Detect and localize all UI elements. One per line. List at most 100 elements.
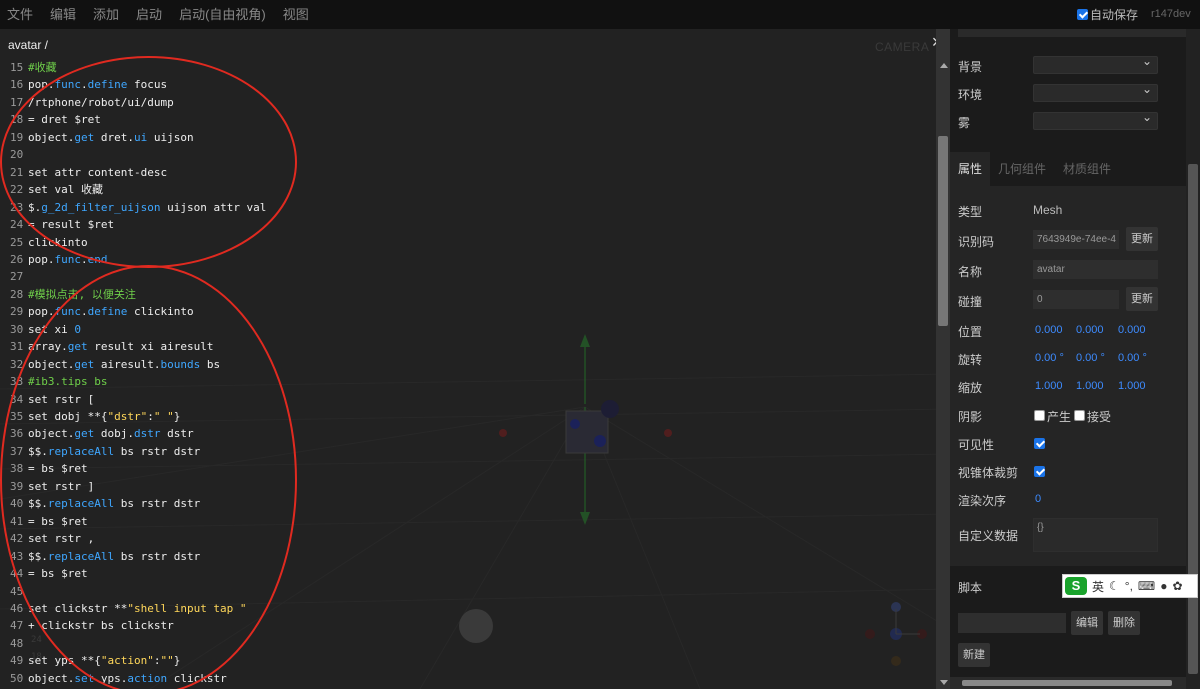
collision-input[interactable]: 0 bbox=[1033, 290, 1119, 309]
menu-view[interactable]: 视图 bbox=[276, 0, 319, 29]
name-input[interactable]: avatar bbox=[1033, 260, 1158, 279]
line-number: 23 bbox=[10, 200, 24, 214]
editor-scroll-thumb[interactable] bbox=[938, 136, 948, 326]
frustum-culling-checkbox[interactable] bbox=[1034, 466, 1045, 477]
tab-geometry[interactable]: 几何组件 bbox=[990, 152, 1054, 186]
script-edit-button[interactable]: 编辑 bbox=[1071, 611, 1103, 635]
code-text[interactable]: $$.replaceAll bs rstr dstr bbox=[28, 443, 200, 460]
render-order-value[interactable]: 0 bbox=[1035, 493, 1041, 505]
code-text[interactable]: + clickstr bs clickstr bbox=[28, 617, 174, 634]
uuid-input[interactable]: 7643949e-74ee-4 bbox=[1033, 230, 1119, 249]
code-text[interactable]: set yps **{"action":""} bbox=[28, 652, 180, 669]
receive-shadow-checkbox[interactable] bbox=[1074, 410, 1085, 421]
rotation-x[interactable]: 0.00 ° bbox=[1035, 352, 1064, 364]
code-text[interactable]: = dret $ret bbox=[28, 111, 101, 128]
line-number: 32 bbox=[10, 357, 24, 371]
scale-y[interactable]: 1.000 bbox=[1076, 380, 1104, 392]
menu-play[interactable]: 启动 bbox=[129, 0, 172, 29]
code-text[interactable]: object.set yps.action clickstr bbox=[28, 670, 227, 687]
tab-material[interactable]: 材质组件 bbox=[1055, 152, 1119, 186]
line-number: 27 bbox=[10, 270, 24, 284]
code-text[interactable]: pop.func.end bbox=[28, 251, 108, 268]
position-x[interactable]: 0.000 bbox=[1035, 324, 1063, 336]
ime-punctuation-icon[interactable]: °, bbox=[1125, 579, 1133, 593]
panel-horizontal-scrollbar[interactable] bbox=[950, 677, 1186, 689]
visible-checkbox[interactable] bbox=[1034, 438, 1045, 449]
position-y[interactable]: 0.000 bbox=[1076, 324, 1104, 336]
menu-add[interactable]: 添加 bbox=[86, 0, 129, 29]
ime-keyboard-icon[interactable]: ⌨ bbox=[1138, 579, 1155, 593]
script-name-input[interactable] bbox=[958, 613, 1066, 633]
code-text[interactable]: $$.replaceAll bs rstr dstr bbox=[28, 548, 200, 565]
scale-z[interactable]: 1.000 bbox=[1118, 380, 1146, 392]
code-text[interactable]: set val 收藏 bbox=[28, 181, 103, 198]
code-text[interactable]: pop.func.define clickinto bbox=[28, 303, 194, 320]
script-editor[interactable]: avatar / CAMERA × 15#收藏16pop.func.define… bbox=[0, 29, 950, 689]
code-text[interactable]: set rstr ] bbox=[28, 478, 94, 495]
background-label: 背景 bbox=[958, 60, 983, 74]
tab-properties[interactable]: 属性 bbox=[950, 152, 991, 186]
code-text[interactable]: $$.replaceAll bs rstr dstr bbox=[28, 495, 200, 512]
scroll-up-icon[interactable] bbox=[940, 63, 948, 68]
code-text[interactable]: set rstr [ bbox=[28, 391, 94, 408]
rotation-z[interactable]: 0.00 ° bbox=[1118, 352, 1147, 364]
scale-label: 缩放 bbox=[958, 381, 983, 395]
ime-language-toggle[interactable]: 英 bbox=[1092, 578, 1104, 595]
line-number: 49 bbox=[10, 654, 24, 668]
line-number: 34 bbox=[10, 392, 24, 406]
code-text[interactable]: #ib3.tips bs bbox=[28, 373, 107, 390]
autosave-toggle[interactable]: 自动保存 bbox=[1077, 6, 1138, 23]
code-text[interactable]: array.get result xi airesult bbox=[28, 338, 213, 355]
code-text[interactable]: #模拟点击, 以便关注 bbox=[28, 286, 136, 303]
autosave-checkbox[interactable] bbox=[1077, 9, 1088, 20]
code-text[interactable]: #收藏 bbox=[28, 59, 57, 76]
background-select[interactable] bbox=[1033, 54, 1158, 74]
code-text[interactable]: /rtphone/robot/ui/dump bbox=[28, 94, 174, 111]
code-text[interactable]: clickinto bbox=[28, 234, 88, 251]
code-text[interactable]: = result $ret bbox=[28, 216, 114, 233]
code-text[interactable]: $.g_2d_filter_uijson uijson attr val bbox=[28, 199, 266, 216]
editor-scrollbar[interactable] bbox=[936, 29, 950, 689]
userdata-textarea[interactable]: {} bbox=[1033, 518, 1158, 552]
collision-update-button[interactable]: 更新 bbox=[1126, 287, 1158, 311]
visible-label: 可见性 bbox=[958, 438, 995, 452]
environment-select[interactable] bbox=[1033, 82, 1158, 102]
ime-skin-icon[interactable]: ✿ bbox=[1173, 579, 1183, 593]
uuid-update-button[interactable]: 更新 bbox=[1126, 227, 1158, 251]
code-text[interactable]: object.get dret.ui uijson bbox=[28, 129, 194, 146]
script-delete-button[interactable]: 删除 bbox=[1108, 611, 1140, 635]
ime-toolbar[interactable]: S 英 ☾ °, ⌨ ● ✿ bbox=[1062, 574, 1198, 598]
code-text[interactable]: set dobj **{"dstr":" "} bbox=[28, 408, 180, 425]
line-number: 21 bbox=[10, 165, 24, 179]
cast-shadow-label: 产生 bbox=[1047, 410, 1072, 424]
script-new-button[interactable]: 新建 bbox=[958, 643, 990, 667]
code-area[interactable]: 15 #收藏 16 pop.func.define focus 17/rtphone/r… bbox=[0, 59, 935, 689]
line-number: 22 bbox=[10, 183, 24, 197]
menu-file[interactable]: 文件 bbox=[0, 0, 43, 29]
panel-hscroll-thumb[interactable] bbox=[962, 680, 1172, 686]
rotation-y[interactable]: 0.00 ° bbox=[1076, 352, 1105, 364]
line-number: 35 bbox=[10, 410, 24, 423]
cast-shadow-checkbox[interactable] bbox=[1034, 410, 1045, 421]
code-text[interactable]: = bs $ret bbox=[28, 513, 88, 530]
code-text[interactable]: = bs $ret bbox=[28, 460, 88, 477]
ime-user-icon[interactable]: ● bbox=[1160, 579, 1167, 593]
code-text[interactable]: object.get dobj.dstr dstr bbox=[28, 425, 194, 442]
code-text[interactable]: set rstr , bbox=[28, 530, 94, 547]
line-number: 31 bbox=[10, 340, 24, 354]
scale-x[interactable]: 1.000 bbox=[1035, 380, 1063, 392]
code-text[interactable]: set attr content-desc bbox=[28, 164, 167, 181]
line-number: 45 bbox=[10, 584, 24, 598]
code-text[interactable]: object.get airesult.bounds bs bbox=[28, 356, 220, 373]
scroll-down-icon[interactable] bbox=[940, 680, 948, 685]
ime-moon-icon[interactable]: ☾ bbox=[1109, 579, 1120, 593]
code-text[interactable]: pop.func.define focus bbox=[28, 76, 167, 93]
code-text[interactable]: set clickstr **"shell input tap " bbox=[28, 600, 247, 617]
ime-logo-icon[interactable]: S bbox=[1065, 577, 1087, 595]
menu-edit[interactable]: 编辑 bbox=[43, 0, 86, 29]
menu-play-free-view[interactable]: 启动(自由视角) bbox=[172, 0, 276, 29]
code-text[interactable]: set xi 0 bbox=[28, 321, 81, 338]
position-z[interactable]: 0.000 bbox=[1118, 324, 1146, 336]
fog-select[interactable] bbox=[1033, 110, 1158, 130]
code-text[interactable]: = bs $ret bbox=[28, 565, 88, 582]
